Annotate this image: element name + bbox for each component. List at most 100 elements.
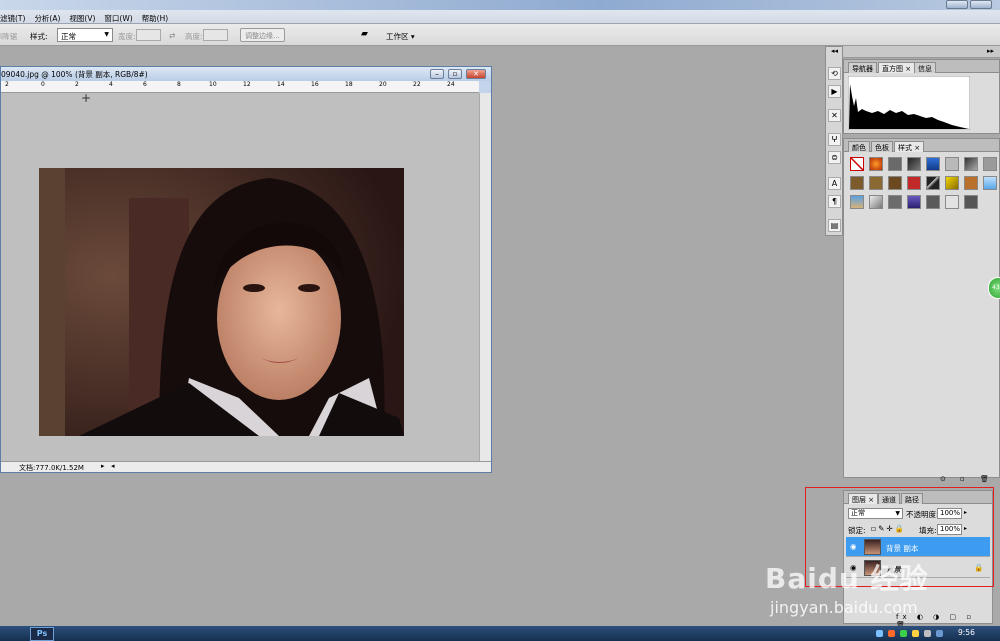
tool-presets-icon[interactable]: ✕ <box>828 109 841 122</box>
character-icon[interactable]: A <box>828 177 841 190</box>
crosshair-cursor-icon: + <box>81 91 92 105</box>
collapse-right-icon[interactable]: ▸▸ <box>987 47 994 55</box>
lock-icons[interactable]: ▫✎✛🔒 <box>871 524 906 533</box>
refine-edge-button[interactable]: 调整边缘... <box>240 28 285 42</box>
tab-navigator[interactable]: 导航器 <box>848 62 877 73</box>
dock-header[interactable]: ◂◂ ▸▸ <box>831 46 1000 58</box>
tray-icon[interactable] <box>900 630 907 637</box>
layer-name[interactable]: 背景 副本 <box>886 543 918 554</box>
height-input[interactable] <box>203 29 228 41</box>
style-swatch[interactable] <box>926 176 940 190</box>
menu-analysis[interactable]: 分析(A) <box>34 13 60 24</box>
style-swatch[interactable] <box>983 176 997 190</box>
tab-paths[interactable]: 路径 <box>901 493 923 504</box>
tab-layers[interactable]: 图层 × <box>848 493 879 504</box>
layer-row[interactable]: ◉ 背景 副本 <box>846 537 990 557</box>
opacity-input[interactable]: 100% <box>937 508 962 519</box>
style-swatch[interactable] <box>869 176 883 190</box>
tab-styles[interactable]: 样式 × <box>894 141 925 152</box>
menu-bar: 滤镜(T) 分析(A) 视图(V) 窗口(W) 帮助(H) <box>0 0 1000 24</box>
doc-maximize-button[interactable]: ▫ <box>448 69 462 79</box>
style-swatch[interactable] <box>964 157 978 171</box>
actions-tool-icon[interactable]: ▶ <box>828 85 841 98</box>
menu-view[interactable]: 视图(V) <box>69 13 95 24</box>
visibility-eye-icon[interactable]: ◉ <box>850 542 857 551</box>
tray-icon[interactable] <box>936 630 943 637</box>
new-style-icon[interactable]: ⊙ <box>940 475 946 483</box>
workspace-menu[interactable]: 工作区 ▾ <box>386 31 415 42</box>
style-swatch[interactable] <box>926 195 940 209</box>
clock[interactable]: 9:56 <box>958 628 975 637</box>
style-swatch[interactable] <box>850 176 864 190</box>
style-swatch[interactable] <box>907 176 921 190</box>
tab-styles-label: 样式 <box>898 144 912 152</box>
swap-icon[interactable]: ⇄ <box>169 31 175 40</box>
canvas-area[interactable]: + <box>1 91 479 461</box>
document-title: 09040.jpg @ 100% (背景 副本, RGB/8#) <box>1 70 148 79</box>
ruler-tick: 0 <box>41 81 45 88</box>
portrait-photo[interactable] <box>39 168 404 436</box>
width-label: 宽度: <box>118 32 136 41</box>
layer-comps-icon[interactable]: ▤ <box>828 219 841 232</box>
fill-input[interactable]: 100% <box>937 524 962 535</box>
tab-info[interactable]: 信息 <box>914 62 936 73</box>
tab-color[interactable]: 颜色 <box>848 141 870 152</box>
doc-minimize-button[interactable]: – <box>430 69 444 79</box>
style-swatch[interactable] <box>945 176 959 190</box>
workspace-icon[interactable]: ▰ <box>361 29 368 39</box>
ruler-tick: 12 <box>243 81 251 88</box>
fill-slider-icon[interactable]: ▸ <box>964 525 967 532</box>
photoshop-taskbar-button[interactable]: Ps <box>30 627 54 641</box>
style-swatch[interactable] <box>907 157 921 171</box>
tray-icon[interactable] <box>888 630 895 637</box>
blend-mode-select[interactable]: 正常 ▼ <box>848 508 903 519</box>
antialias-label[interactable]: l降锯 <box>0 31 17 42</box>
opacity-slider-icon[interactable]: ▸ <box>964 509 967 516</box>
menu-help[interactable]: 帮助(H) <box>142 13 169 24</box>
tab-histogram[interactable]: 直方图 × <box>878 62 916 73</box>
paragraph-icon[interactable]: ¶ <box>828 195 841 208</box>
tab-swatches[interactable]: 色板 <box>871 141 893 152</box>
style-select[interactable]: 正常 ▼ <box>57 28 113 42</box>
style-none-swatch[interactable] <box>850 157 864 171</box>
floating-badge[interactable]: 43 <box>988 277 1000 299</box>
vertical-scrollbar[interactable] <box>479 93 491 461</box>
style-swatch[interactable] <box>926 157 940 171</box>
brushes-icon[interactable]: ⵖ <box>828 133 841 146</box>
style-swatch[interactable] <box>888 195 902 209</box>
workspace-label: 工作区 <box>386 32 409 41</box>
style-swatch[interactable] <box>945 195 959 209</box>
ruler-tick: 8 <box>177 81 181 88</box>
histogram-panel-tabs: 导航器 直方图 × 信息 <box>844 60 999 73</box>
create-style-icon[interactable]: ▫ <box>960 475 965 483</box>
menu-window[interactable]: 窗口(W) <box>104 13 132 24</box>
style-swatch[interactable] <box>964 195 978 209</box>
delete-style-icon[interactable]: 🗑 <box>980 475 989 483</box>
tab-channels[interactable]: 通道 <box>878 493 900 504</box>
doc-close-button[interactable]: ✕ <box>466 69 486 79</box>
tray-icon[interactable] <box>876 630 883 637</box>
minimize-button[interactable] <box>946 0 968 9</box>
style-swatch[interactable] <box>888 157 902 171</box>
style-swatch[interactable] <box>945 157 959 171</box>
style-swatch[interactable] <box>869 157 883 171</box>
tray-icon[interactable] <box>912 630 919 637</box>
scroll-left-icon[interactable]: ◂ <box>111 462 115 470</box>
style-swatch[interactable] <box>888 176 902 190</box>
document-titlebar[interactable]: 09040.jpg @ 100% (背景 副本, RGB/8#) – ▫ ✕ <box>1 67 491 81</box>
tray-icon[interactable] <box>924 630 931 637</box>
style-swatch[interactable] <box>907 195 921 209</box>
collapse-left-icon[interactable]: ◂◂ <box>831 47 838 55</box>
style-swatch[interactable] <box>850 195 864 209</box>
navigator-tool-icon[interactable]: ⟲ <box>828 67 841 80</box>
style-swatch[interactable] <box>869 195 883 209</box>
close-window-button[interactable] <box>970 0 992 9</box>
style-swatch[interactable] <box>983 157 997 171</box>
status-arrow-icon[interactable]: ▸ <box>101 462 105 470</box>
menu-filter[interactable]: 滤镜(T) <box>0 13 25 24</box>
width-input[interactable] <box>136 29 161 41</box>
fill-label: 填充: <box>919 526 937 535</box>
style-swatch[interactable] <box>964 176 978 190</box>
taskbar: Ps 9:56 <box>0 626 1000 641</box>
clone-source-icon[interactable]: ⊜ <box>828 151 841 164</box>
